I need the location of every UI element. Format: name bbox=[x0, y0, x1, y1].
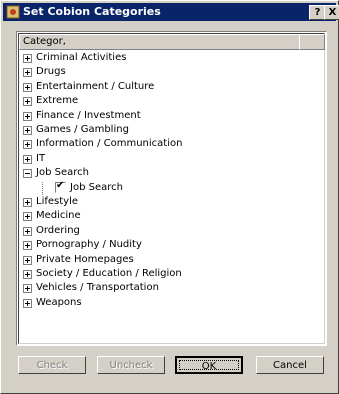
tree-item[interactable]: Information / Communication bbox=[19, 138, 319, 151]
column-header-category[interactable]: Categor, bbox=[19, 34, 300, 50]
close-button[interactable]: X bbox=[324, 5, 339, 20]
tree-item[interactable]: Criminal Activities bbox=[19, 52, 319, 65]
tree-item-label: Ordering bbox=[36, 224, 80, 236]
cancel-button[interactable]: Cancel bbox=[256, 356, 324, 374]
expand-icon[interactable] bbox=[23, 154, 32, 164]
expand-icon[interactable] bbox=[23, 212, 32, 222]
title-bar[interactable]: Set Cobion Categories ? X bbox=[3, 3, 339, 21]
tree-item-label: Private Homepages bbox=[36, 253, 134, 265]
column-header-empty[interactable] bbox=[299, 34, 325, 50]
subcategory-checkbox[interactable]: ✔ bbox=[55, 179, 66, 193]
tree-item-label: Lifestyle bbox=[36, 196, 79, 207]
check-button[interactable]: Check bbox=[18, 356, 86, 374]
expand-icon[interactable] bbox=[23, 68, 32, 78]
tree-item[interactable]: Games / Gambling bbox=[19, 124, 319, 137]
tree-item[interactable]: Society / Education / Religion bbox=[19, 268, 319, 281]
tree-item[interactable]: IT bbox=[19, 153, 319, 166]
dialog-window: Set Cobion Categories ? X Categor, Crimi… bbox=[0, 0, 339, 394]
tree-item-label: Criminal Activities bbox=[36, 52, 127, 63]
tree-item[interactable]: Drugs bbox=[19, 66, 319, 79]
tree-connector-line bbox=[42, 181, 44, 195]
tree-item-label: Extreme bbox=[36, 95, 79, 107]
tree-item-label: Weapons bbox=[36, 296, 82, 308]
tree-item-label: Society / Education / Religion bbox=[36, 268, 182, 279]
expand-icon[interactable] bbox=[23, 198, 32, 207]
expand-icon[interactable] bbox=[23, 140, 32, 150]
tree-item-label: Medicine bbox=[36, 210, 81, 222]
expand-icon[interactable] bbox=[23, 97, 32, 107]
expand-icon[interactable] bbox=[23, 284, 32, 294]
tree-item[interactable]: Medicine bbox=[19, 210, 319, 223]
tree-item[interactable]: Private Homepages bbox=[19, 254, 319, 267]
tree-item-label: Finance / Investment bbox=[36, 109, 141, 121]
expand-icon[interactable] bbox=[23, 270, 32, 279]
expand-icon[interactable] bbox=[23, 298, 32, 308]
app-icon bbox=[6, 5, 20, 19]
tree-item[interactable]: Vehicles / Transportation bbox=[19, 282, 319, 295]
tree-item[interactable]: Pornography / Nudity bbox=[19, 239, 319, 252]
tree-item-label: Entertainment / Culture bbox=[36, 80, 155, 92]
tree-item[interactable]: Ordering bbox=[19, 225, 319, 238]
expand-icon[interactable] bbox=[23, 226, 32, 236]
category-tree: Criminal Activities Drugs Entertainment / … bbox=[19, 52, 322, 342]
tree-item-label: Pornography / Nudity bbox=[36, 239, 142, 251]
uncheck-button[interactable]: Uncheck bbox=[97, 356, 165, 374]
tree-item-label: IT bbox=[36, 152, 46, 164]
category-list: Categor, Criminal Activities Drugs Enterta… bbox=[16, 31, 327, 346]
expand-icon[interactable] bbox=[23, 241, 32, 251]
tree-subitem[interactable]: ✔ Job Search bbox=[19, 179, 319, 195]
expand-icon[interactable] bbox=[23, 255, 32, 265]
checkmark-icon: ✔ bbox=[56, 179, 65, 191]
tree-subitem-label: Job Search bbox=[70, 181, 123, 193]
tree-item-label: Vehicles / Transportation bbox=[36, 282, 159, 294]
tree-item-label: Job Search bbox=[36, 167, 89, 179]
tree-item[interactable]: Job Search bbox=[19, 167, 319, 180]
tree-item[interactable]: Extreme bbox=[19, 95, 319, 108]
expand-icon[interactable] bbox=[23, 126, 32, 135]
tree-item-label: Drugs bbox=[36, 66, 66, 78]
expand-icon[interactable] bbox=[23, 54, 32, 63]
list-header: Categor, bbox=[19, 34, 325, 50]
collapse-icon[interactable] bbox=[23, 169, 32, 179]
tree-item[interactable]: Finance / Investment bbox=[19, 110, 319, 123]
tree-item[interactable]: Lifestyle bbox=[19, 196, 319, 209]
category-list-inner: Categor, Criminal Activities Drugs Enterta… bbox=[18, 33, 325, 344]
tree-item[interactable]: Entertainment / Culture bbox=[19, 81, 319, 94]
tree-item[interactable]: Weapons bbox=[19, 297, 319, 310]
expand-icon[interactable] bbox=[23, 111, 32, 121]
ok-button[interactable]: OK bbox=[175, 356, 243, 374]
expand-icon[interactable] bbox=[23, 82, 32, 92]
tree-item-label: Information / Communication bbox=[36, 138, 183, 150]
window-title: Set Cobion Categories bbox=[23, 5, 161, 18]
tree-item-label: Games / Gambling bbox=[36, 124, 129, 135]
